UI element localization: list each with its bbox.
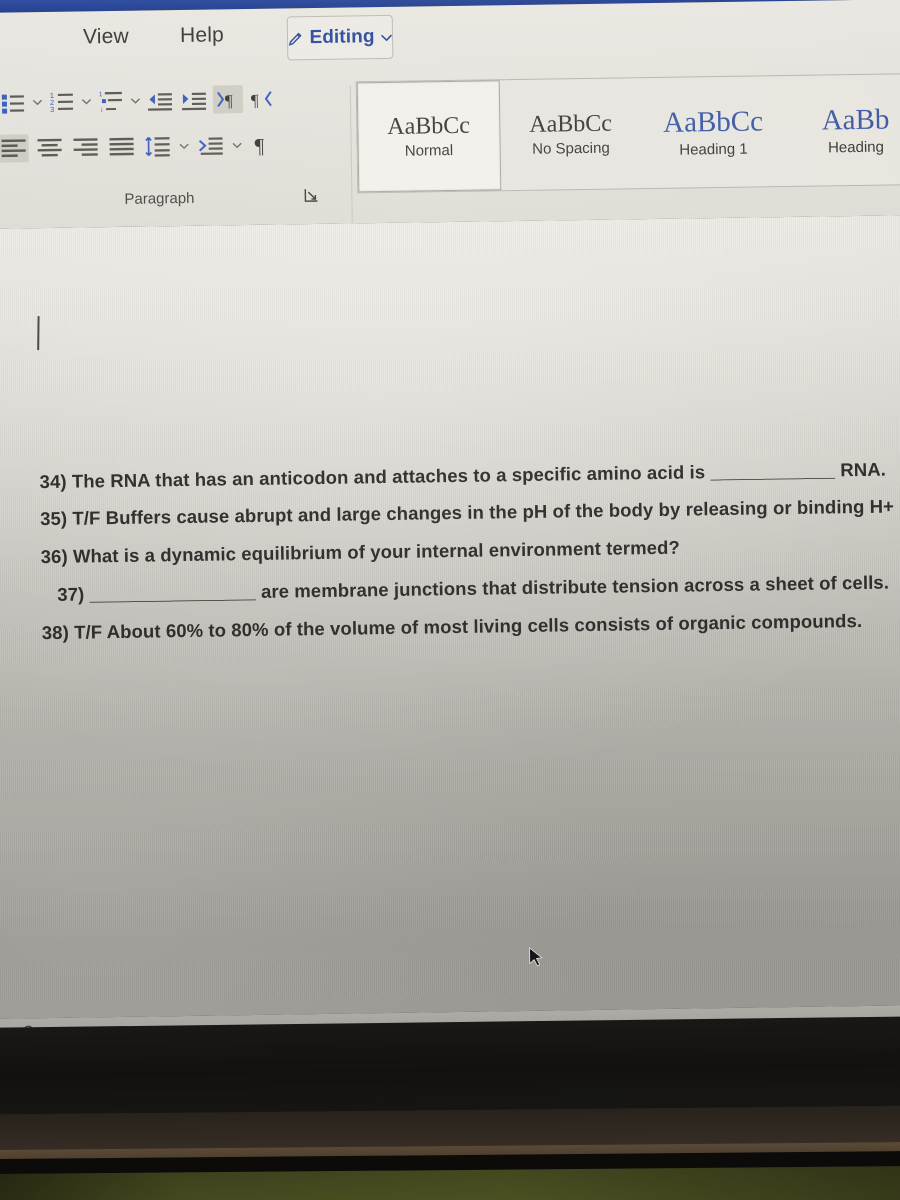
- justify-icon[interactable]: [106, 133, 136, 161]
- style-no-spacing[interactable]: AaBbCc No Spacing: [499, 78, 643, 190]
- show-formatting-marks-icon[interactable]: ¶: [248, 131, 278, 159]
- numbering-caret-icon[interactable]: [81, 97, 92, 105]
- document-line-37[interactable]: 37) ________________ are membrane juncti…: [57, 572, 889, 605]
- style-sample: AaBb: [821, 103, 890, 137]
- bullets-icon[interactable]: [0, 88, 28, 116]
- style-heading-2[interactable]: AaBb Heading: [784, 74, 900, 186]
- style-name: Normal: [404, 141, 454, 160]
- question-list: 34) The RNA that has an anticodon and at…: [0, 459, 900, 644]
- paragraph-group: 1 2 3 1 i ¶ ¶ ¶ Paragraph: [0, 70, 352, 236]
- style-sample: AaBbCc: [662, 105, 764, 139]
- style-sample: AaBbCc: [387, 112, 471, 140]
- style-name: No Spacing: [532, 139, 610, 158]
- dialog-launcher-icon[interactable]: [303, 187, 319, 203]
- paragraph-group-label: Paragraph: [124, 189, 195, 208]
- editing-label: Editing: [309, 26, 375, 49]
- multilevel-caret-icon[interactable]: [130, 97, 141, 105]
- ribbon: view View Help Editing: [0, 0, 900, 252]
- tab-view[interactable]: View: [83, 25, 129, 50]
- svg-text:i: i: [101, 107, 103, 113]
- shading-caret-icon[interactable]: [232, 141, 243, 149]
- align-center-icon[interactable]: [34, 134, 64, 162]
- laptop-screen-photo: view View Help Editing: [0, 0, 900, 1200]
- decrease-indent-icon[interactable]: [145, 86, 175, 114]
- document-canvas[interactable]: 34) The RNA that has an anticodon and at…: [0, 214, 900, 1020]
- right-to-left-text-icon[interactable]: ¶: [247, 85, 277, 113]
- svg-text:¶: ¶: [254, 134, 264, 157]
- editing-mode-button[interactable]: Editing: [286, 14, 394, 61]
- svg-text:¶: ¶: [251, 91, 259, 110]
- screen-content: view View Help Editing: [0, 0, 900, 1037]
- style-heading-1[interactable]: AaBbCc Heading 1: [642, 76, 786, 188]
- document-line-35[interactable]: 35) T/F Buffers cause abrupt and large c…: [40, 495, 900, 529]
- svg-text:1: 1: [99, 91, 103, 98]
- chevron-down-icon[interactable]: [380, 32, 393, 41]
- svg-text:3: 3: [50, 105, 54, 114]
- styles-group: AaBbCc Normal AaBbCc No Spacing AaBbCc H…: [350, 61, 900, 230]
- style-name: Heading: [827, 138, 885, 157]
- paragraph-row-2: ¶: [0, 131, 279, 163]
- styles-gallery: AaBbCc Normal AaBbCc No Spacing AaBbCc H…: [355, 72, 900, 194]
- bullets-caret-icon[interactable]: [32, 98, 43, 106]
- line-spacing-caret-icon[interactable]: [179, 142, 190, 150]
- multilevel-list-icon[interactable]: 1 i: [96, 87, 126, 115]
- document-line-38[interactable]: 38) T/F About 60% to 80% of the volume o…: [42, 610, 863, 643]
- document-line-36[interactable]: 36) What is a dynamic equilibrium of you…: [41, 537, 680, 567]
- paragraph-row-1: 1 2 3 1 i ¶ ¶: [0, 85, 277, 117]
- numbering-icon[interactable]: 1 2 3: [47, 88, 77, 116]
- shading-icon[interactable]: [195, 131, 225, 159]
- left-to-right-text-icon[interactable]: ¶: [212, 85, 244, 114]
- increase-indent-icon[interactable]: [179, 86, 209, 114]
- style-name: Heading 1: [679, 140, 748, 159]
- line-spacing-icon[interactable]: [142, 132, 172, 160]
- align-right-icon[interactable]: [70, 133, 100, 161]
- pencil-icon: [287, 30, 304, 47]
- align-left-icon[interactable]: [0, 134, 29, 163]
- style-normal[interactable]: AaBbCc Normal: [356, 80, 501, 193]
- style-sample: AaBbCc: [529, 110, 613, 138]
- text-cursor: [37, 316, 40, 351]
- svg-text:¶: ¶: [225, 91, 233, 110]
- document-line-34[interactable]: 34) The RNA that has an anticodon and at…: [39, 459, 886, 493]
- mouse-pointer: [529, 947, 545, 969]
- tab-help[interactable]: Help: [180, 23, 224, 48]
